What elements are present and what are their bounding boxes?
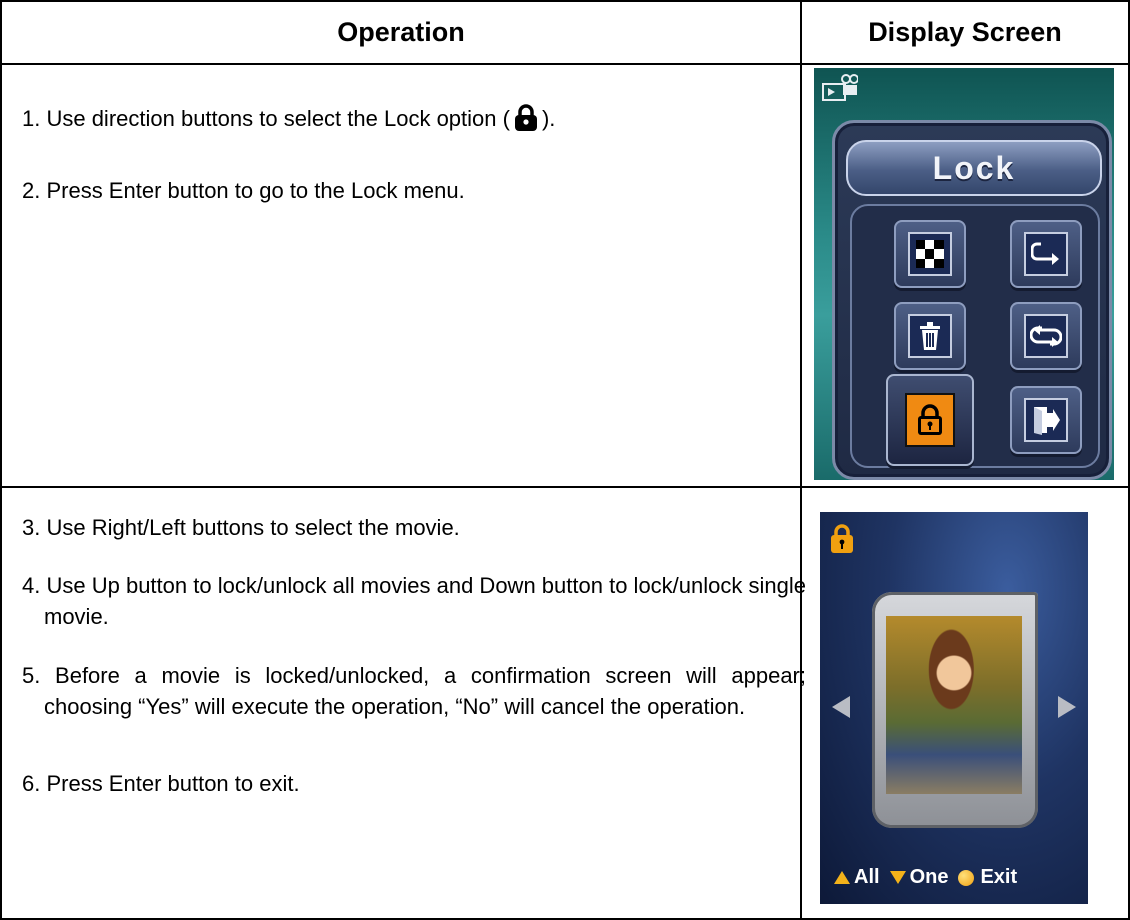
table-border-left: [0, 0, 2, 920]
button-legend: All One Exit: [834, 866, 1074, 889]
menu-icon-grid: [850, 204, 1100, 468]
step-1-text-after: ).: [541, 106, 556, 131]
step-4: 4. Use Up button to lock/unlock all movi…: [22, 573, 806, 629]
exit-icon: [1024, 398, 1068, 442]
movie-thumbnail[interactable]: [886, 616, 1022, 794]
legend-exit: Exit: [980, 866, 1018, 888]
legend-one: One: [909, 866, 949, 888]
lock-icon: [514, 104, 538, 140]
up-triangle-icon: [834, 871, 850, 884]
step-5: 5. Before a movie is locked/unlocked, a …: [22, 663, 806, 719]
operation-table: Operation Display Screen 1. Use directio…: [0, 0, 1130, 920]
slideshow-button[interactable]: [894, 220, 966, 288]
previous-arrow-icon[interactable]: [832, 696, 850, 718]
header-display-screen: Display Screen: [868, 16, 1062, 47]
delete-button[interactable]: [894, 302, 966, 370]
down-triangle-icon: [889, 871, 906, 884]
next-arrow-icon[interactable]: [1058, 696, 1076, 718]
delete-icon: [908, 314, 952, 358]
lock-status-icon: [830, 524, 854, 559]
repeat-one-icon: [1024, 232, 1068, 276]
legend-all: All: [854, 866, 880, 888]
step-2: 2. Press Enter button to go to the Lock …: [22, 178, 465, 203]
movie-mode-icon: [822, 74, 859, 109]
header-operation: Operation: [337, 16, 465, 47]
repeat-one-button[interactable]: [1010, 220, 1082, 288]
lock-icon: [905, 393, 955, 447]
menu-title: Lock: [846, 140, 1102, 196]
step-1-text-before: 1. Use direction buttons to select the L…: [22, 106, 510, 131]
step-6: 6. Press Enter button to exit.: [22, 771, 300, 796]
movie-lock-screen: All One Exit: [820, 512, 1088, 904]
step-3: 3. Use Right/Left buttons to select the …: [22, 515, 460, 540]
table-border-row: [0, 486, 1130, 488]
lock-button-selected[interactable]: [886, 374, 974, 466]
repeat-all-icon: [1024, 314, 1068, 358]
step-1: 1. Use direction buttons to select the L…: [22, 103, 782, 140]
table-border-middle: [800, 0, 802, 920]
enter-dot-icon: [958, 869, 975, 886]
lock-menu-screen: Lock: [814, 68, 1114, 480]
slideshow-icon: [908, 232, 952, 276]
repeat-all-button[interactable]: [1010, 302, 1082, 370]
exit-button[interactable]: [1010, 386, 1082, 454]
